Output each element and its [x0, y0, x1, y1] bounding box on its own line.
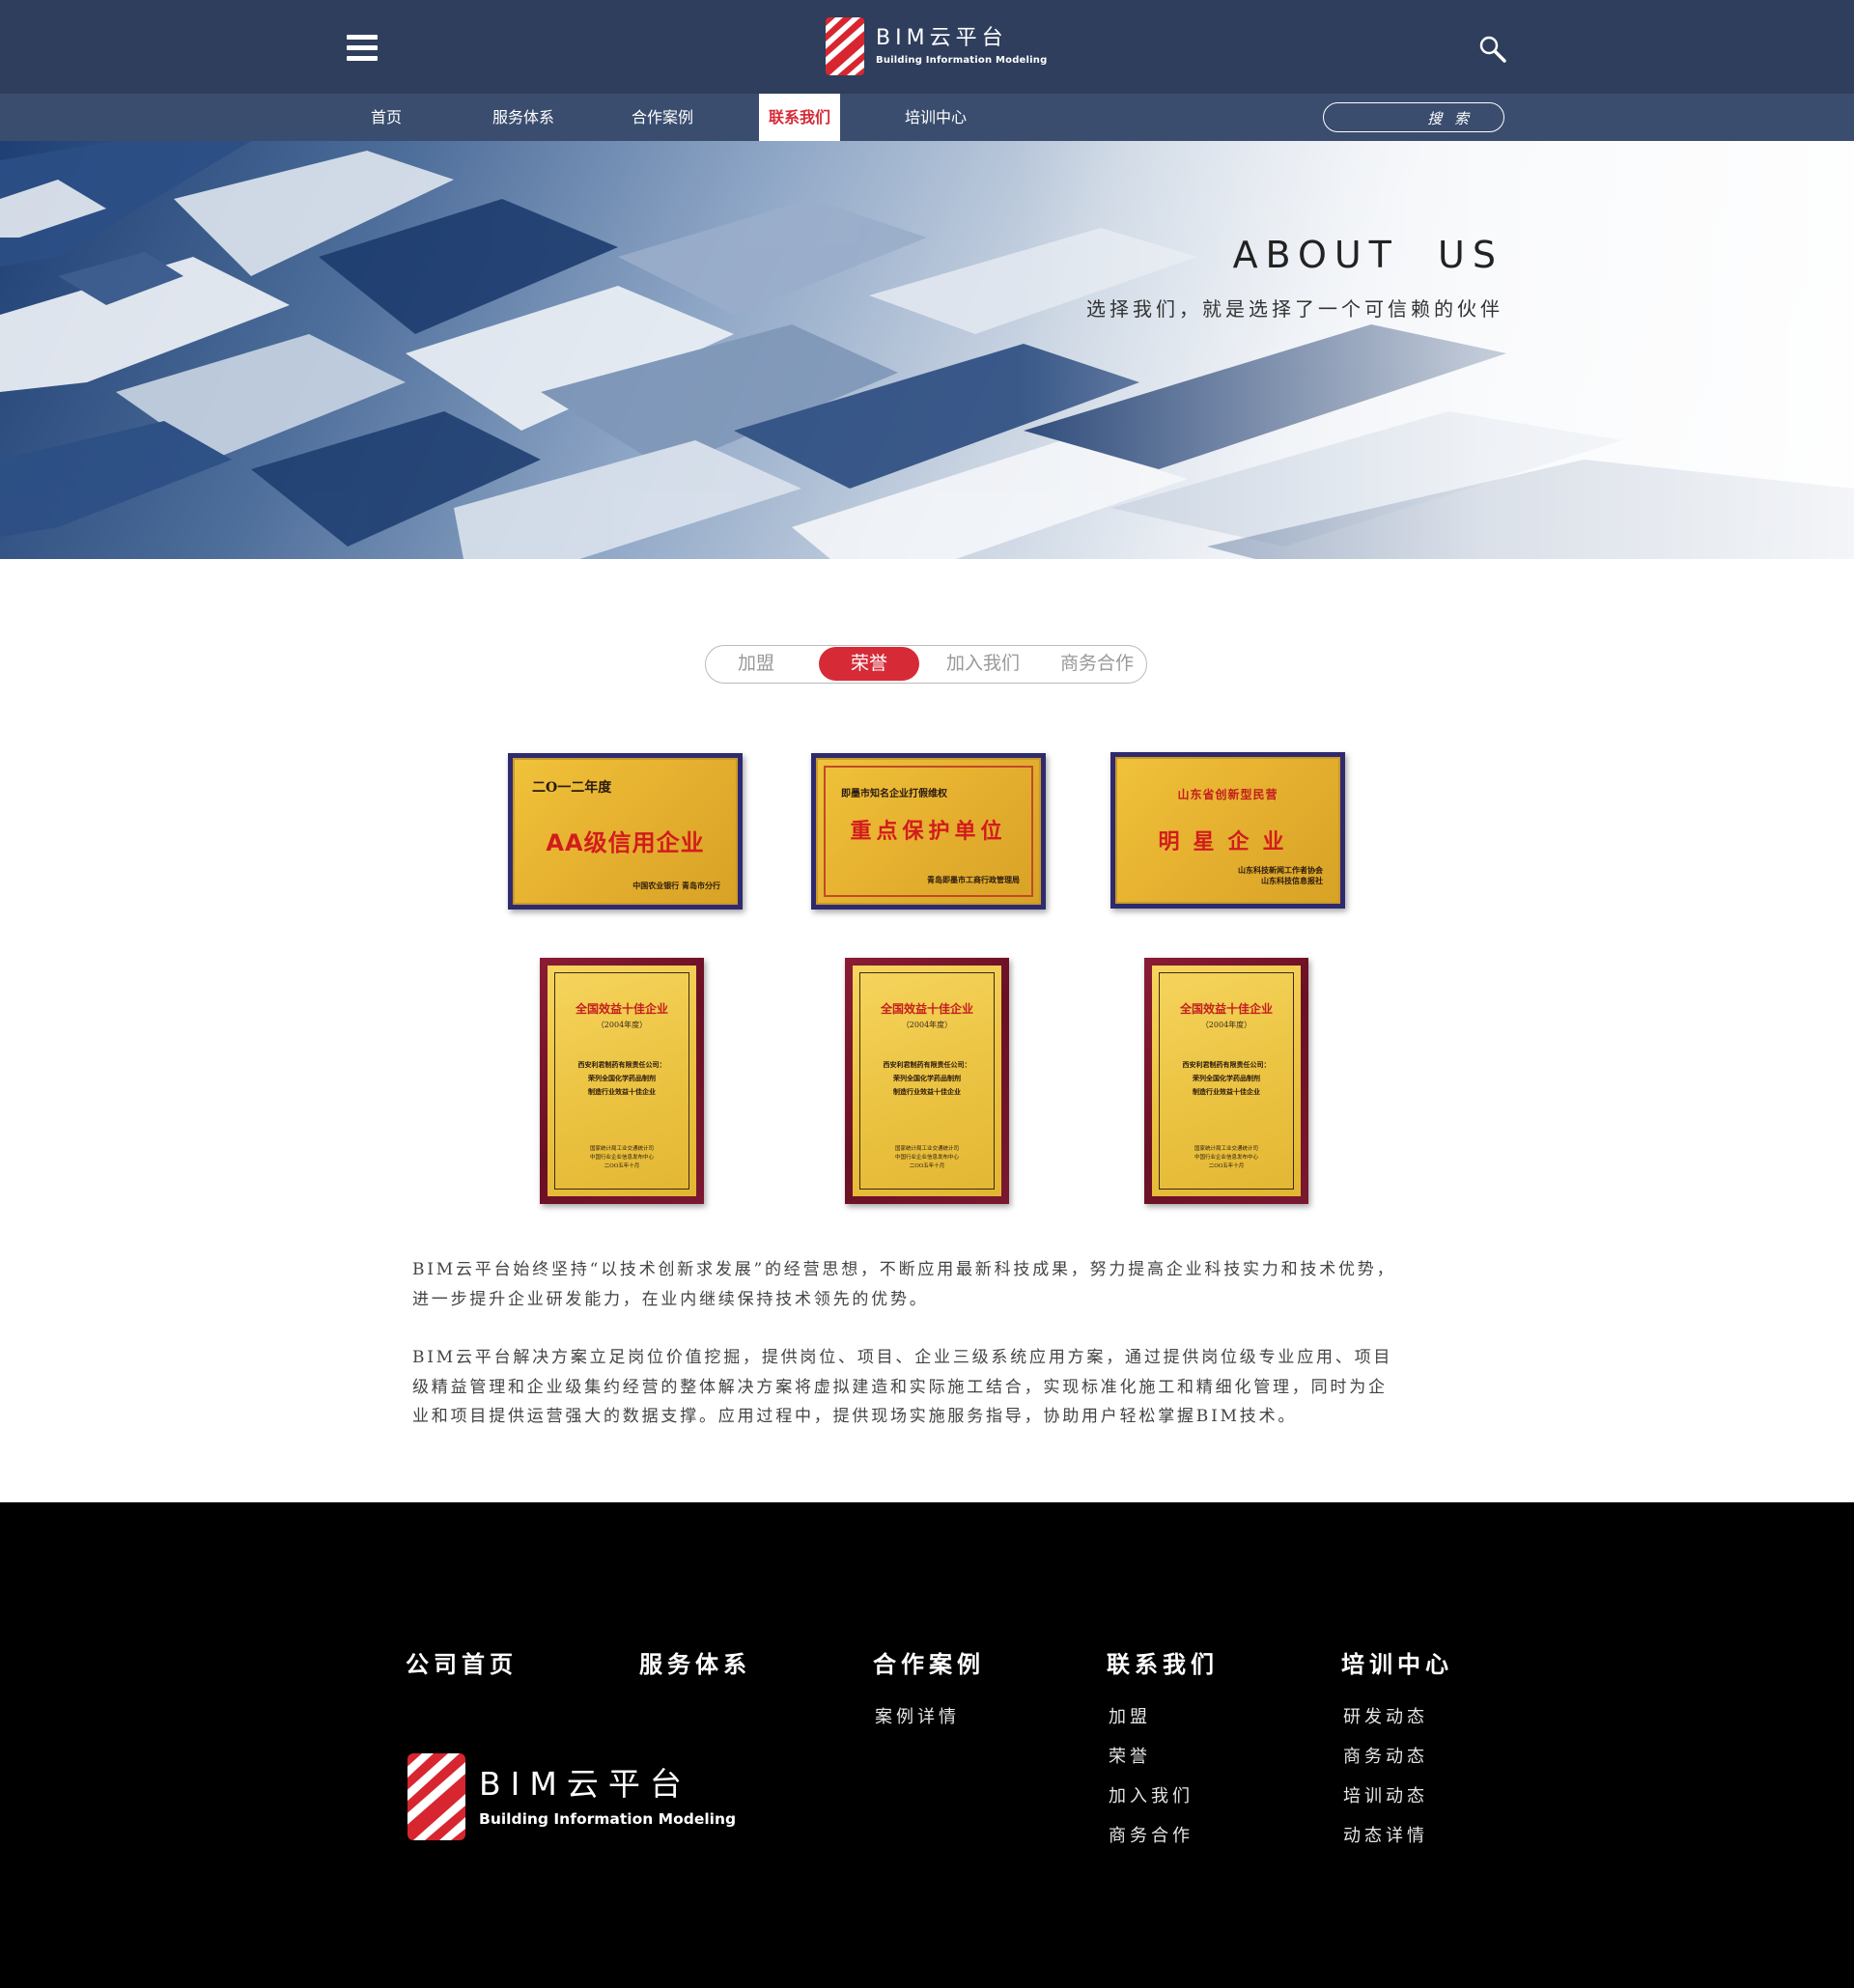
certificate-date: 二OO五年十月: [604, 1163, 640, 1169]
nav-item-training[interactable]: 培训中心: [905, 94, 967, 141]
certificate-year: （2004年度）: [901, 1021, 953, 1029]
footer-link-news-detail[interactable]: 动态详情: [1343, 1822, 1428, 1847]
certificate-year: （2004年度）: [1200, 1021, 1252, 1029]
certificate-body-2: 制造行业效益十佳企业: [588, 1087, 656, 1096]
footer-link-join[interactable]: 加盟: [1109, 1703, 1151, 1728]
certificate-company: 西安利君制药有限责任公司：: [1182, 1060, 1271, 1069]
banner-subtitle: 选择我们，就是选择了一个可信赖的伙伴: [1086, 297, 1503, 321]
footer-link-rd-news[interactable]: 研发动态: [1343, 1703, 1428, 1728]
certificate-body-2: 制造行业效益十佳企业: [893, 1087, 961, 1096]
nav-item-contact[interactable]: 联系我们: [759, 94, 841, 141]
footer-link-case-detail[interactable]: 案例详情: [875, 1703, 960, 1728]
certificate-body-1: 荣列全国化学药品制剂: [893, 1074, 961, 1082]
footer-column-contact: 联系我们 加盟 荣誉 加入我们 商务合作: [1107, 1645, 1219, 1846]
footer-link-business[interactable]: 商务合作: [1109, 1822, 1194, 1847]
honor-certificate: 全国效益十佳企业 （2004年度） 西安利君制药有限责任公司： 荣列全国化学药品…: [1144, 958, 1308, 1204]
certificate-issuer-1: 国家统计局工业交通统计司: [1194, 1146, 1258, 1152]
footer-logo-title: BIM云平台: [479, 1764, 691, 1803]
certificate-company: 西安利君制药有限责任公司：: [577, 1060, 666, 1069]
plaque-title: 重点保护单位: [850, 820, 1007, 844]
logo-subtitle: Building Information Modeling: [876, 54, 1048, 66]
main-nav: 首页 服务体系 合作案例 联系我们 培训中心 搜 索: [0, 94, 1854, 141]
certificate-year: （2004年度）: [596, 1021, 648, 1029]
certificate-issuer-2: 中国行业企业信息发布中心: [894, 1155, 959, 1161]
certificate-title: 全国效益十佳企业: [575, 1002, 668, 1016]
certificate-body-1: 荣列全国化学药品制剂: [588, 1074, 656, 1082]
tab-honor[interactable]: 荣誉: [819, 647, 919, 681]
footer-logo-subtitle: Building Information Modeling: [479, 1809, 737, 1828]
footer-column-cases: 合作案例 案例详情: [873, 1645, 985, 1727]
section-tabs: 加盟 荣誉 加入我们 商务合作: [705, 645, 1147, 684]
plaque-top-text: 即墨市知名企业打假维权: [841, 789, 947, 799]
paragraph-line: 进一步提升企业研发能力，在业内继续保持技术领先的优势。: [412, 1289, 929, 1309]
plaque-issuer-1: 山东科技新闻工作者协会: [1238, 865, 1323, 875]
certificate-body-2: 制造行业效益十佳企业: [1193, 1087, 1260, 1096]
certificate-body-1: 荣列全国化学药品制剂: [1193, 1074, 1260, 1082]
search-input[interactable]: 搜 索: [1323, 102, 1504, 132]
plaque-title: 明星企业: [1158, 830, 1298, 854]
footer-link-join-us[interactable]: 加入我们: [1109, 1782, 1194, 1807]
honor-certificate: 全国效益十佳企业 （2004年度） 西安利君制药有限责任公司： 荣列全国化学药品…: [540, 958, 704, 1204]
certificate-issuer-2: 中国行业企业信息发布中心: [1194, 1155, 1258, 1161]
banner-background-graphic: [0, 141, 1854, 559]
footer-column-training: 培训中心 研发动态 商务动态 培训动态 动态详情: [1341, 1645, 1453, 1846]
nav-item-cases[interactable]: 合作案例: [632, 94, 693, 141]
search-placeholder: 搜 索: [1427, 110, 1473, 127]
tab-business[interactable]: 商务合作: [1044, 646, 1150, 682]
footer-link-business-news[interactable]: 商务动态: [1343, 1743, 1428, 1768]
footer-heading-cases[interactable]: 合作案例: [873, 1645, 985, 1678]
nav-item-services[interactable]: 服务体系: [492, 94, 554, 141]
honor-certificate: 全国效益十佳企业 （2004年度） 西安利君制药有限责任公司： 荣列全国化学药品…: [845, 958, 1009, 1204]
menu-icon[interactable]: [347, 35, 378, 62]
intro-paragraph-1: BIM云平台始终坚持“以技术创新求发展”的经营思想，不断应用最新科技成果，努力提…: [412, 1255, 1455, 1314]
search-icon[interactable]: [1478, 35, 1507, 64]
plaque-top-text: 山东省创新型民营: [1177, 788, 1278, 801]
footer-heading-home[interactable]: 公司首页: [406, 1645, 518, 1678]
paragraph-line: BIM云平台始终坚持“以技术创新求发展”的经营思想，不断应用最新科技成果，努力提…: [412, 1260, 1396, 1279]
certificate-company: 西安利君制药有限责任公司：: [883, 1060, 971, 1069]
footer-link-training-news[interactable]: 培训动态: [1343, 1782, 1428, 1807]
plaque-issuer-2: 山东科技信息报社: [1261, 876, 1323, 885]
logo-mark-icon: [407, 1753, 465, 1840]
footer-heading-contact[interactable]: 联系我们: [1107, 1645, 1219, 1678]
logo-mark-icon: [826, 17, 864, 75]
banner-title: ABOUT US: [1232, 234, 1503, 276]
certificate-title: 全国效益十佳企业: [1179, 1002, 1273, 1016]
plaque-issuer: 青岛即墨市工商行政管理局: [927, 875, 1020, 884]
footer-column-services: 服务体系: [639, 1645, 751, 1678]
certificate-date: 二OO五年十月: [1208, 1163, 1245, 1169]
certificate-issuer-1: 国家统计局工业交通统计司: [894, 1146, 959, 1152]
tab-join-us[interactable]: 加入我们: [930, 646, 1036, 682]
footer-column-home: 公司首页: [406, 1645, 518, 1678]
plaque-title: AA级信用企业: [546, 829, 705, 856]
footer-heading-training[interactable]: 培训中心: [1341, 1645, 1453, 1678]
paragraph-line: 业和项目提供运营强大的数据支撑。应用过程中，提供现场实施服务指导，协助用户轻松掌…: [412, 1407, 1298, 1426]
certificate-issuer-2: 中国行业企业信息发布中心: [589, 1155, 654, 1161]
honor-plaque-protection: 即墨市知名企业打假维权 重点保护单位 青岛即墨市工商行政管理局: [811, 753, 1046, 910]
footer-logo[interactable]: BIM云平台 Building Information Modeling: [407, 1753, 736, 1840]
tab-join[interactable]: 加盟: [717, 646, 795, 682]
plaque-year: 二O一二年度: [532, 780, 612, 796]
certificate-date: 二OO五年十月: [909, 1163, 945, 1169]
site-footer: 公司首页 服务体系 合作案例 案例详情 联系我们 加盟 荣誉 加入我们 商务合作…: [0, 1502, 1854, 1988]
paragraph-line: 级精益管理和企业级集约经营的整体解决方案将虚拟建造和实际施工结合，实现标准化施工…: [412, 1377, 1388, 1397]
top-header: BIM云平台 Building Information Modeling: [0, 0, 1854, 94]
logo-title: BIM云平台: [876, 25, 1008, 50]
header-logo[interactable]: BIM云平台 Building Information Modeling: [826, 17, 1047, 75]
about-banner: ABOUT US 选择我们，就是选择了一个可信赖的伙伴: [0, 141, 1854, 559]
honor-plaque-star: 山东省创新型民营 明星企业 山东科技新闻工作者协会 山东科技信息报社: [1110, 752, 1345, 909]
nav-item-home[interactable]: 首页: [371, 94, 402, 141]
certificate-issuer-1: 国家统计局工业交通统计司: [589, 1146, 654, 1152]
honor-plaque-credit: 二O一二年度 AA级信用企业 中国农业银行 青岛市分行: [508, 753, 743, 910]
certificate-title: 全国效益十佳企业: [880, 1002, 973, 1016]
footer-link-honor[interactable]: 荣誉: [1109, 1743, 1151, 1768]
intro-paragraph-2: BIM云平台解决方案立足岗位价值挖掘，提供岗位、项目、企业三级系统应用方案，通过…: [412, 1343, 1455, 1432]
footer-heading-services[interactable]: 服务体系: [639, 1645, 751, 1678]
paragraph-line: BIM云平台解决方案立足岗位价值挖掘，提供岗位、项目、企业三级系统应用方案，通过…: [412, 1348, 1393, 1367]
plaque-issuer: 中国农业银行 青岛市分行: [632, 881, 720, 890]
